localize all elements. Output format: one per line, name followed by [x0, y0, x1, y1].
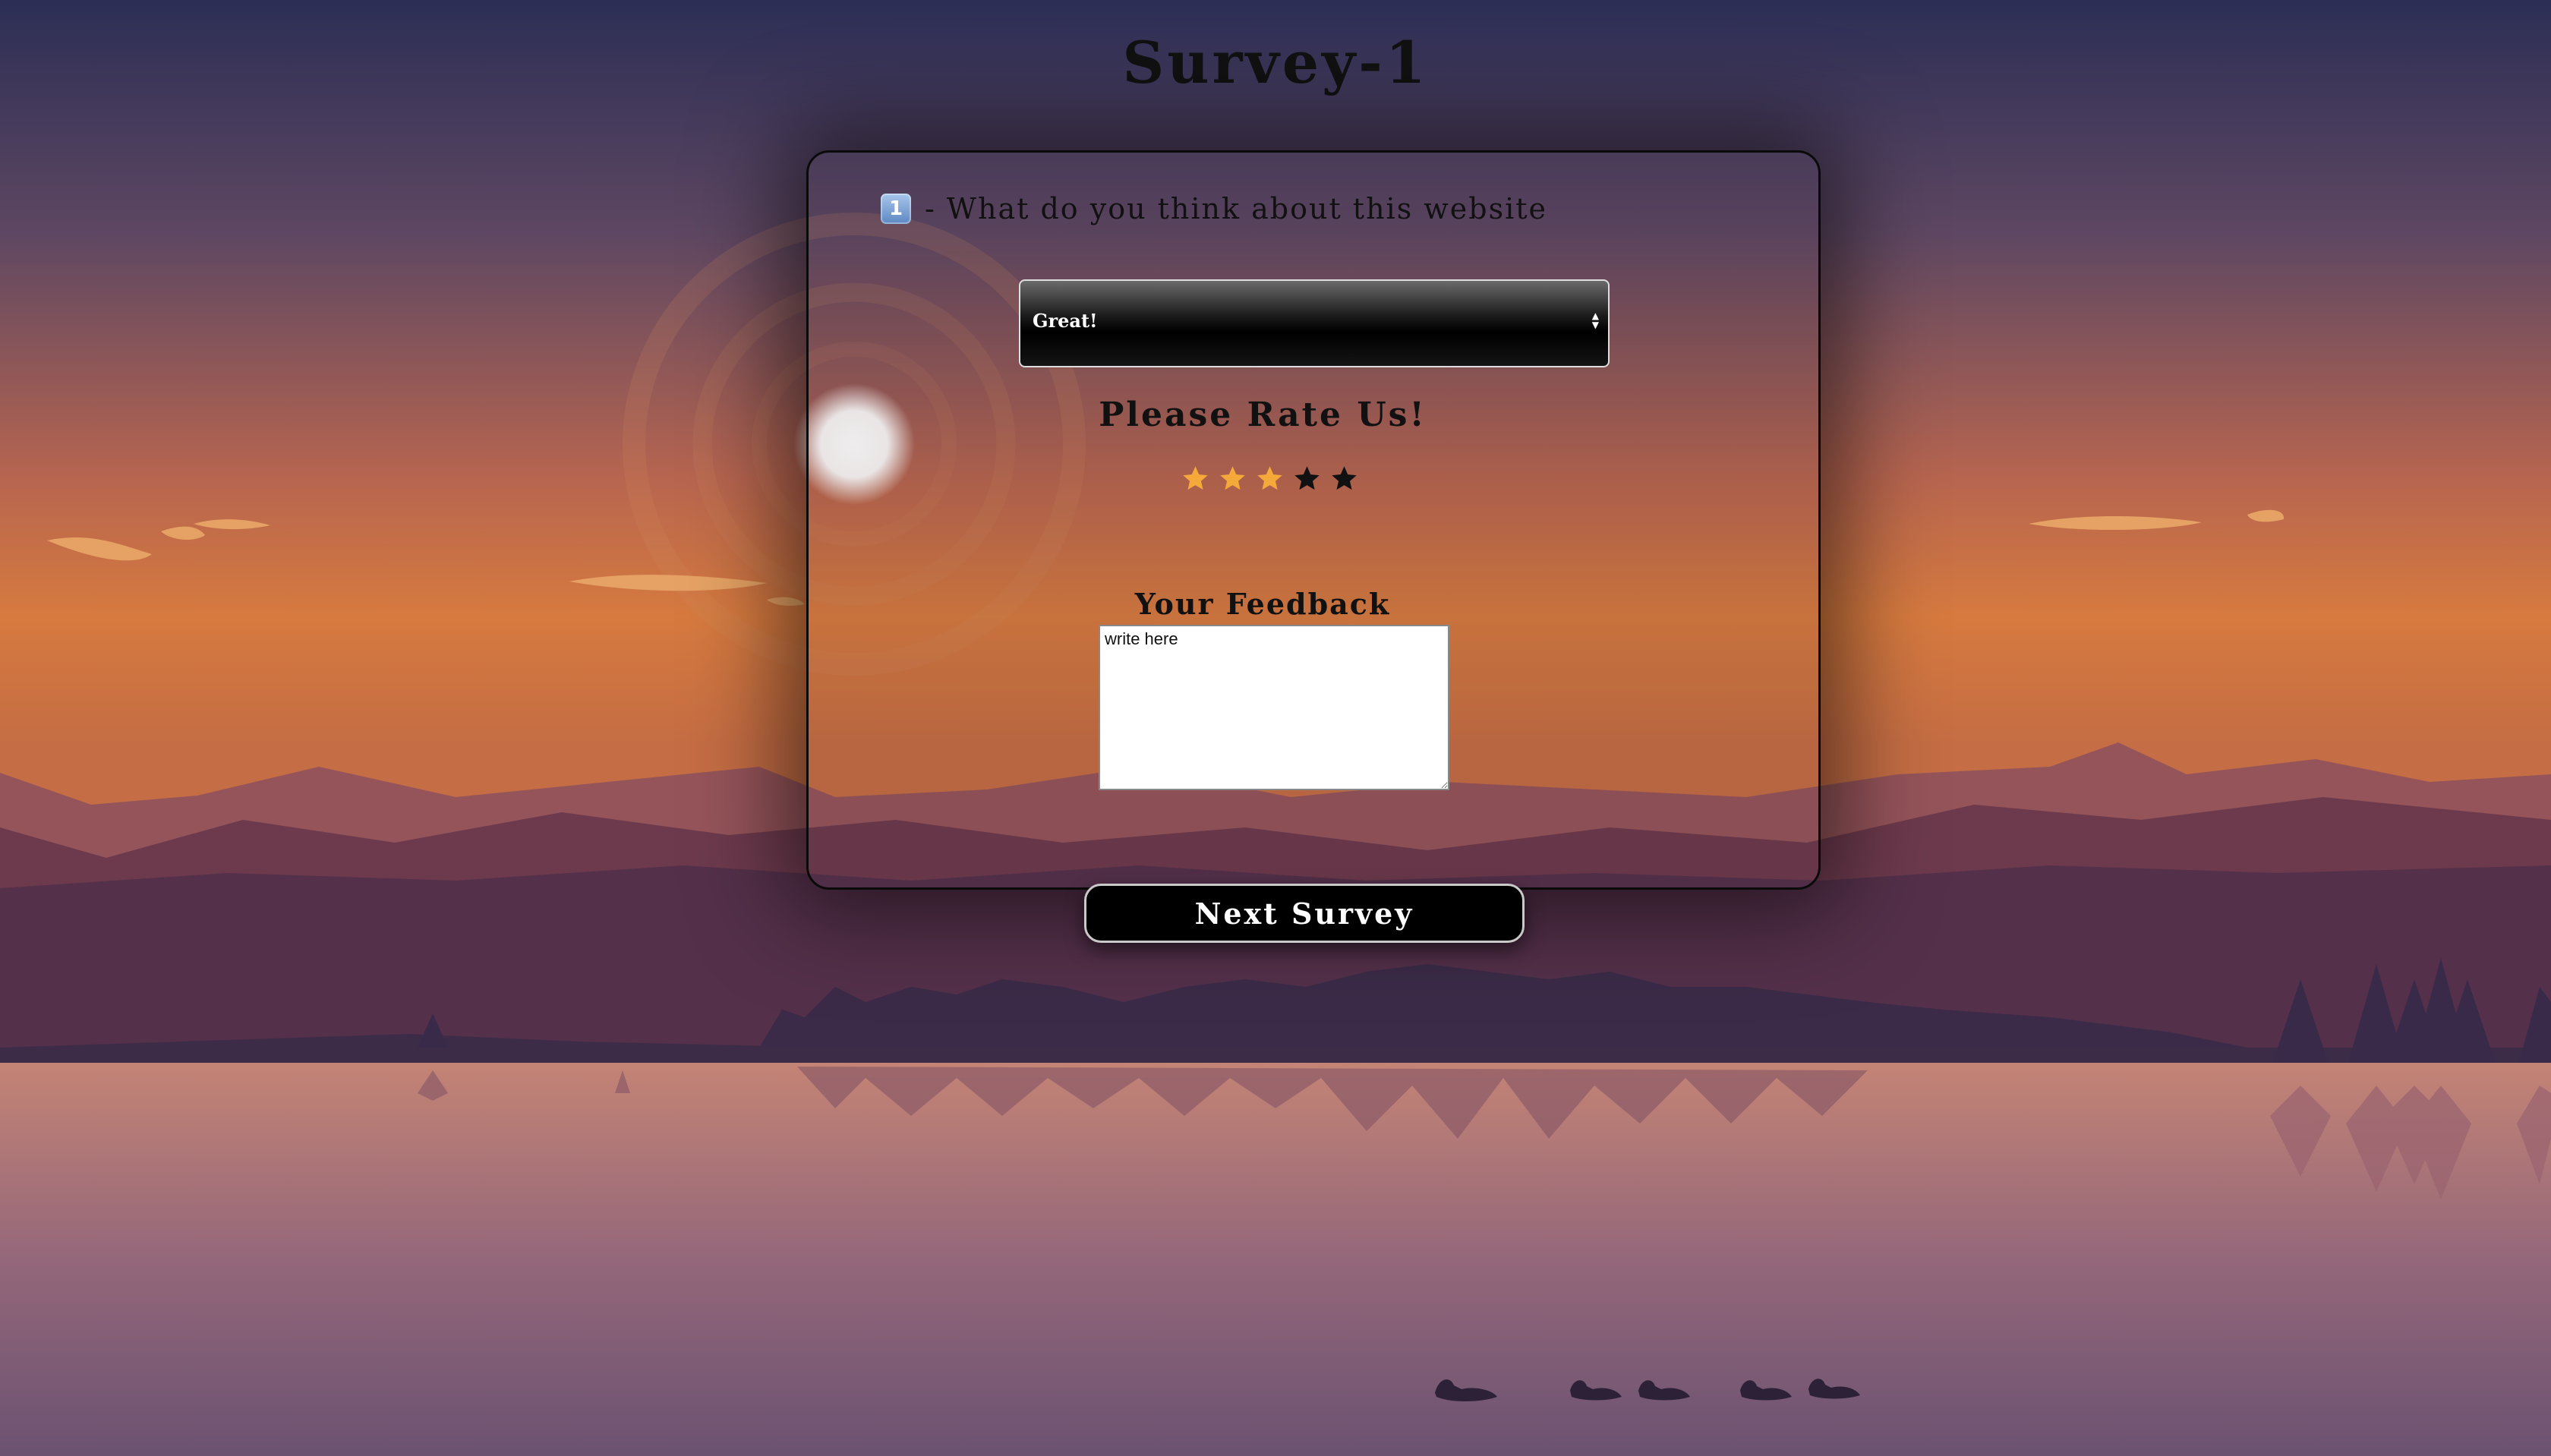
- keycap-1-icon: 1: [881, 194, 911, 224]
- star-icon[interactable]: [1181, 464, 1210, 493]
- star-icon[interactable]: [1292, 464, 1322, 493]
- star-icon[interactable]: [1218, 464, 1247, 493]
- feedback-textarea[interactable]: write here: [1099, 625, 1449, 790]
- updown-arrows-icon: ▲ ▼: [1591, 310, 1599, 330]
- page-title: Survey-1: [1122, 29, 1429, 96]
- answer-select-value: Great!: [1033, 310, 1098, 332]
- star-rating: [1181, 464, 1359, 493]
- survey-card: 1 - What do you think about this website…: [806, 150, 1821, 890]
- question-text: - What do you think about this website: [925, 192, 1548, 225]
- feedback-label: Your Feedback: [1134, 587, 1391, 621]
- question-row: 1 - What do you think about this website: [881, 192, 1547, 225]
- answer-select[interactable]: Great! ▲ ▼: [1019, 279, 1610, 367]
- star-icon[interactable]: [1255, 464, 1285, 493]
- rating-heading: Please Rate Us!: [1099, 396, 1427, 434]
- star-icon[interactable]: [1329, 464, 1359, 493]
- next-survey-button[interactable]: Next Survey: [1084, 884, 1525, 943]
